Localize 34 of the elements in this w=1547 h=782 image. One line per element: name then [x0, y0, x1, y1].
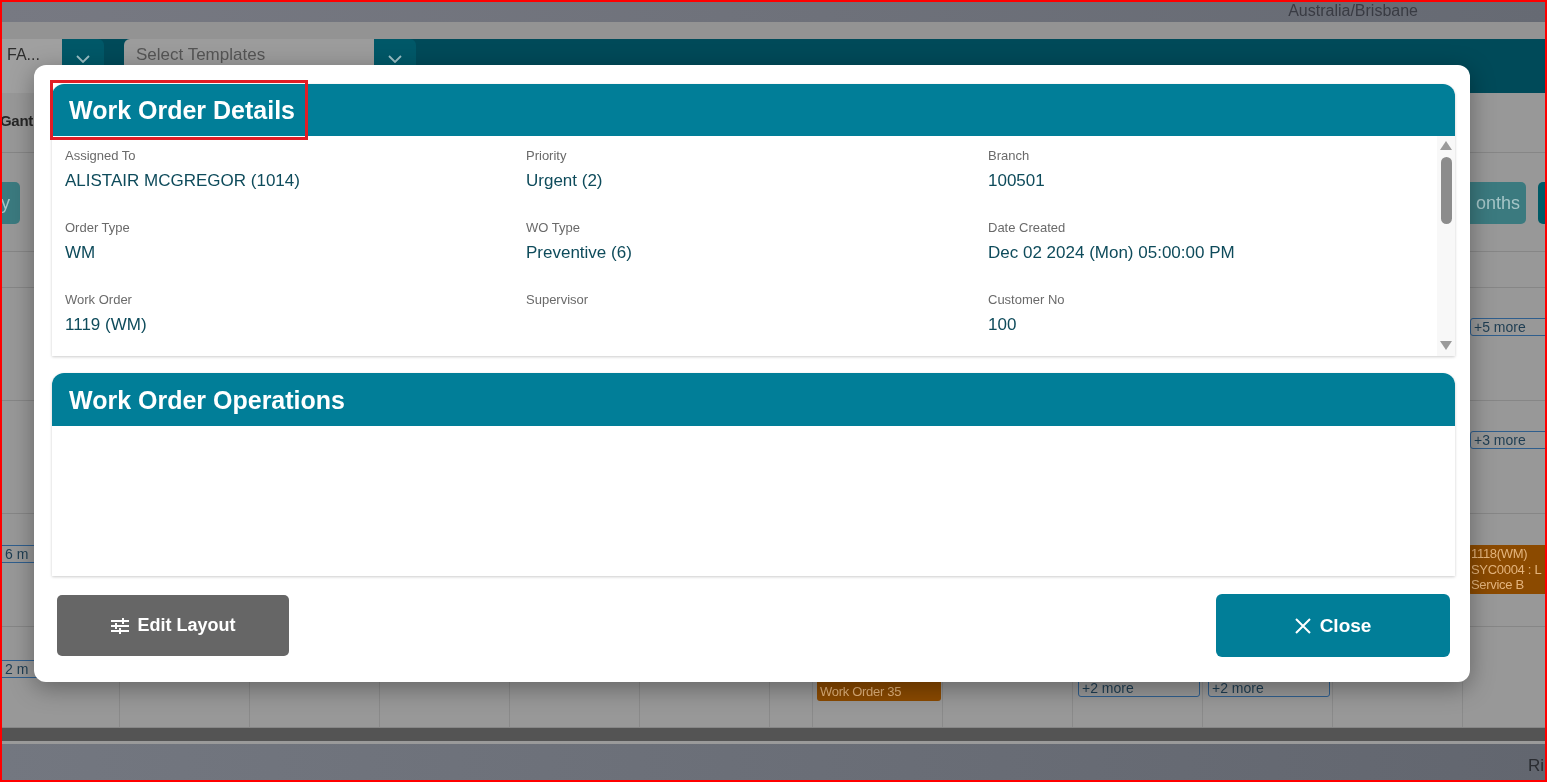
panel-title: Work Order Details — [69, 95, 295, 125]
field-value: 100 — [988, 314, 1017, 336]
close-button[interactable]: Close — [1216, 594, 1450, 657]
field-label: Customer No — [988, 292, 1065, 308]
field-value: 100501 — [988, 170, 1045, 192]
field-label: Work Order — [65, 292, 132, 308]
view-tab[interactable]: Gant — [0, 112, 33, 130]
scrollbar-thumb[interactable] — [1440, 157, 1452, 224]
scroll-up-icon[interactable] — [1440, 141, 1452, 150]
close-icon — [1294, 617, 1311, 634]
event-chip[interactable]: 1118(WM) SYC0004 : L Service B — [1468, 545, 1547, 594]
chevron-down-icon — [388, 55, 402, 63]
field-value: 1119 (WM) — [65, 314, 147, 336]
field-value: WM — [65, 242, 96, 264]
field-value: ALISTAIR MCGREGOR (1014) — [65, 170, 300, 192]
field-value: Preventive (6) — [526, 242, 632, 264]
field-label: Branch — [988, 148, 1030, 164]
field-value: Urgent (2) — [526, 170, 603, 192]
field-label: Date Created — [988, 220, 1066, 236]
scroll-down-icon[interactable] — [1440, 341, 1452, 350]
field-label: WO Type — [526, 220, 580, 236]
chevron-down-icon — [76, 55, 90, 63]
sliders-icon — [110, 617, 129, 634]
field-label: Order Type — [65, 220, 130, 236]
edit-layout-button[interactable]: Edit Layout — [57, 595, 289, 656]
field-label: Assigned To — [65, 148, 136, 164]
scrollbar[interactable] — [1437, 136, 1455, 356]
range-button[interactable]: y — [0, 182, 20, 224]
panel-title: Work Order Operations — [69, 384, 345, 415]
field-label: Priority — [526, 148, 567, 164]
status-text: Ri — [1527, 755, 1545, 776]
horizontal-scrollbar[interactable] — [0, 728, 1547, 741]
field-value: Dec 02 2024 (Mon) 05:00:00 PM — [988, 242, 1235, 264]
field-label: Supervisor — [526, 292, 589, 308]
